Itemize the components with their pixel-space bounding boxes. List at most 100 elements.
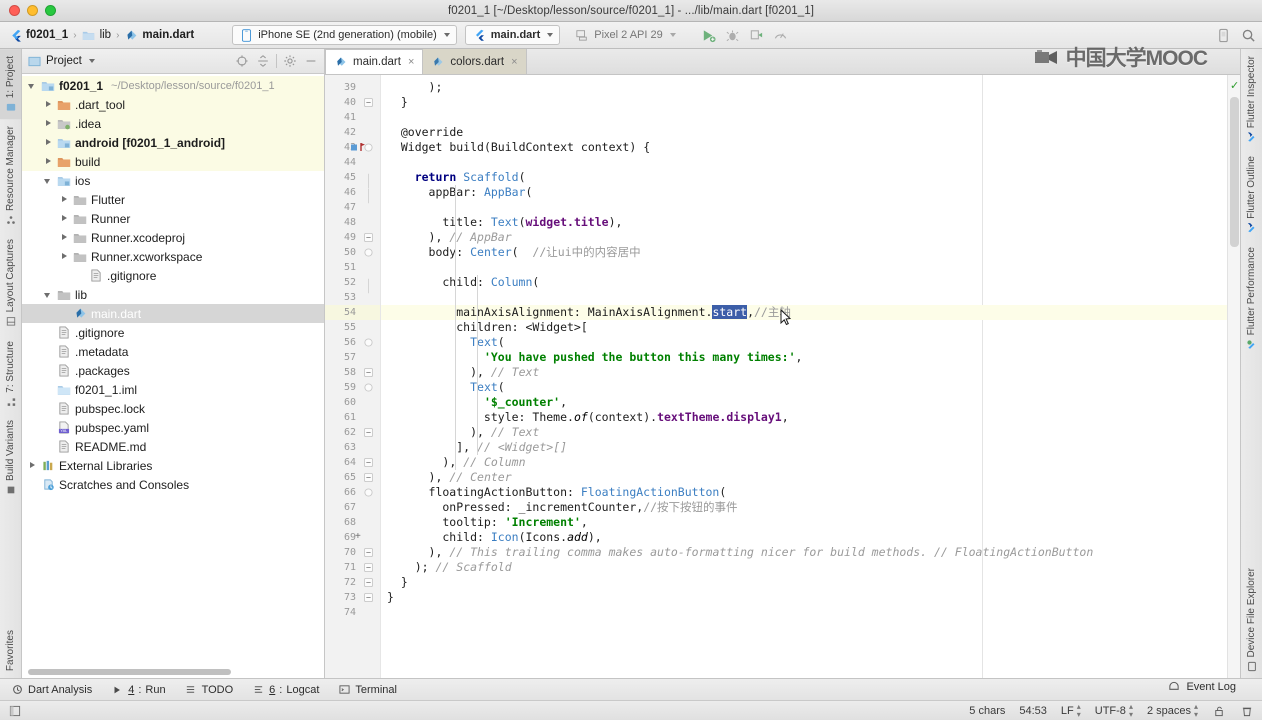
- tab-main-dart[interactable]: main.dart ×: [325, 49, 424, 74]
- tab-colors-dart[interactable]: colors.dart ×: [423, 49, 527, 74]
- code-line[interactable]: ), // Text: [387, 365, 539, 380]
- code-fold-marker[interactable]: [364, 593, 373, 602]
- code-line[interactable]: ), // Text: [387, 425, 539, 440]
- tree-node[interactable]: Flutter: [22, 190, 324, 209]
- settings-gear-icon[interactable]: [282, 53, 298, 69]
- tree-node[interactable]: .metadata: [22, 342, 324, 361]
- tree-node[interactable]: YML pubspec.yaml: [22, 418, 324, 437]
- search-everywhere-icon[interactable]: [1241, 28, 1256, 43]
- sidebar-item-layout-captures[interactable]: Layout Captures: [0, 232, 21, 333]
- sidebar-item-structure[interactable]: 7: Structure: [0, 334, 21, 414]
- tree-node[interactable]: .gitignore: [22, 323, 324, 342]
- project-panel-title-wrap[interactable]: Project: [27, 54, 95, 68]
- code-line[interactable]: child: Icon(Icons.add),: [387, 530, 601, 545]
- tree-node[interactable]: main.dart: [22, 304, 324, 323]
- run-configuration-selector[interactable]: main.dart: [464, 25, 561, 45]
- tree-toggle-arrow-icon[interactable]: [60, 195, 69, 204]
- sidebar-item-build-variants[interactable]: Build Variants: [0, 413, 21, 502]
- coverage-button[interactable]: [773, 28, 788, 43]
- breadcrumb-item-file[interactable]: main.dart: [124, 28, 194, 42]
- scrollbar-thumb[interactable]: [1230, 97, 1239, 247]
- code-fold-marker[interactable]: [364, 98, 373, 107]
- sidebar-item-project[interactable]: 1: Project: [0, 49, 21, 120]
- code-fold-marker[interactable]: [364, 473, 373, 482]
- code-editor[interactable]: 39 40 41 42 43 44 45 46 47 48 49 50 51 52 53 54 55 56 57 58…: [325, 75, 1240, 678]
- status-line-separator[interactable]: LF ▴ ▾: [1061, 702, 1081, 719]
- code-line[interactable]: body: Center( //让ui中的内容居中: [387, 245, 641, 260]
- tool-window-run[interactable]: 4: Run: [110, 683, 166, 697]
- code-fold-marker[interactable]: [364, 233, 373, 242]
- code-fold-marker[interactable]: [364, 173, 373, 189]
- tree-node[interactable]: ios: [22, 171, 324, 190]
- code-lines[interactable]: ); } @override Widget build(BuildContext…: [381, 75, 1227, 678]
- code-fold-marker[interactable]: [364, 563, 373, 572]
- tree-node[interactable]: .idea: [22, 114, 324, 133]
- tree-toggle-arrow-icon[interactable]: [44, 176, 53, 185]
- code-fold-marker[interactable]: [364, 578, 373, 587]
- tree-node[interactable]: External Libraries: [22, 456, 324, 475]
- code-line[interactable]: ), // AppBar: [387, 230, 512, 245]
- code-line[interactable]: }: [387, 95, 408, 110]
- tree-toggle-arrow-icon[interactable]: [44, 100, 53, 109]
- tree-node[interactable]: .packages: [22, 361, 324, 380]
- debug-button[interactable]: [725, 28, 740, 43]
- code-line[interactable]: tooltip: 'Increment',: [387, 515, 587, 530]
- scrollbar-thumb[interactable]: [28, 669, 231, 675]
- tree-node[interactable]: Scratches and Consoles: [22, 475, 324, 494]
- tree-toggle-arrow-icon[interactable]: [60, 233, 69, 242]
- code-line[interactable]: appBar: AppBar(: [387, 185, 533, 200]
- code-fold-marker[interactable]: [364, 383, 373, 392]
- tree-node[interactable]: Runner.xcworkspace: [22, 247, 324, 266]
- breadcrumb-item-project[interactable]: f0201_1: [8, 28, 68, 42]
- tree-toggle-arrow-icon[interactable]: [28, 81, 37, 90]
- locate-target-icon[interactable]: [234, 53, 250, 69]
- collapse-all-icon[interactable]: [255, 53, 271, 69]
- memory-indicator-icon[interactable]: [1240, 704, 1254, 718]
- code-line[interactable]: }: [387, 575, 408, 590]
- tool-window-terminal[interactable]: Terminal: [337, 683, 397, 697]
- tree-toggle-arrow-icon[interactable]: [28, 461, 37, 470]
- tree-toggle-arrow-icon[interactable]: [44, 138, 53, 147]
- code-fold-marker[interactable]: [364, 248, 373, 257]
- tree-toggle-arrow-icon[interactable]: [44, 290, 53, 299]
- tree-toggle-arrow-icon[interactable]: [60, 252, 69, 261]
- sidebar-item-resource-manager[interactable]: Resource Manager: [0, 119, 21, 232]
- chevron-down-icon[interactable]: [88, 59, 95, 63]
- tree-node[interactable]: Runner.xcodeproj: [22, 228, 324, 247]
- profile-button[interactable]: [749, 28, 764, 43]
- code-line[interactable]: ), // This trailing comma makes auto-for…: [387, 545, 1094, 560]
- tree-toggle-arrow-icon[interactable]: [60, 214, 69, 223]
- code-line[interactable]: 'You have pushed the button this many ti…: [387, 350, 803, 365]
- close-icon[interactable]: ×: [511, 56, 517, 68]
- device-selector[interactable]: iPhone SE (2nd generation) (mobile): [232, 25, 457, 45]
- sidebar-item-flutter-outline[interactable]: Flutter Outline: [1243, 149, 1260, 240]
- code-line[interactable]: children: <Widget>[: [387, 320, 588, 335]
- code-fold-marker[interactable]: [364, 338, 373, 347]
- breadcrumb-item-lib[interactable]: lib: [82, 28, 111, 42]
- code-fold-marker[interactable]: [364, 368, 373, 377]
- code-line[interactable]: onPressed: _incrementCounter,//按下按钮的事件: [387, 500, 737, 515]
- code-fold-marker[interactable]: [364, 428, 373, 437]
- tool-window-logcat[interactable]: 6: Logcat: [251, 683, 319, 697]
- tree-toggle-arrow-icon[interactable]: [44, 119, 53, 128]
- code-line[interactable]: @override: [387, 125, 463, 140]
- code-line[interactable]: Text(: [387, 335, 505, 350]
- status-indent[interactable]: 2 spaces ▴ ▾: [1147, 702, 1198, 719]
- toggle-toolwindows-icon[interactable]: [8, 704, 22, 718]
- code-line[interactable]: Text(: [387, 380, 505, 395]
- code-line[interactable]: title: Text(widget.title),: [387, 215, 622, 230]
- tree-node[interactable]: .gitignore: [22, 266, 324, 285]
- sidebar-item-device-file-explorer[interactable]: Device File Explorer: [1243, 561, 1260, 678]
- project-hscrollbar[interactable]: [22, 666, 324, 678]
- inspection-status-icon[interactable]: ✓: [1230, 79, 1239, 92]
- device-manager-icon[interactable]: [1216, 28, 1231, 43]
- close-icon[interactable]: ×: [408, 56, 414, 68]
- override-marker-icon[interactable]: [351, 142, 369, 156]
- tree-node[interactable]: f0201_1.iml: [22, 380, 324, 399]
- tree-node[interactable]: android [f0201_1_android]: [22, 133, 324, 152]
- sidebar-item-flutter-performance[interactable]: Flutter Performance: [1243, 240, 1260, 356]
- code-line[interactable]: style: Theme.of(context).textTheme.displ…: [387, 410, 789, 425]
- editor-gutter[interactable]: 39 40 41 42 43 44 45 46 47 48 49 50 51 52 53 54 55 56 57 58…: [325, 75, 381, 678]
- code-line[interactable]: }: [387, 590, 394, 605]
- code-fold-marker[interactable]: [364, 548, 373, 557]
